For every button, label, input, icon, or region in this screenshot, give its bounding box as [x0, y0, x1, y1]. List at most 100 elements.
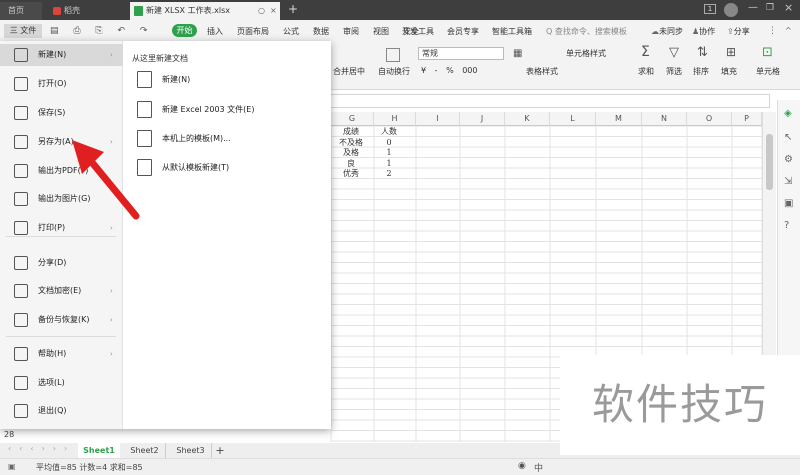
formula-bar[interactable]: [330, 94, 770, 108]
wrap-text-button[interactable]: 自动换行: [378, 66, 410, 77]
help-icon: [14, 347, 28, 361]
cell-count-header[interactable]: 人数: [366, 127, 412, 138]
chevron-right-icon: ›: [110, 287, 113, 295]
tab-member[interactable]: 会员专享: [447, 27, 479, 37]
cells-icon: ⊡: [762, 45, 773, 60]
share-top-button[interactable]: ⇪分享: [727, 27, 750, 37]
column-header-i[interactable]: I: [416, 112, 460, 126]
tab-insert[interactable]: 插入: [207, 27, 223, 37]
column-header-p[interactable]: P: [732, 112, 762, 126]
menu-item-label: 打开(O): [38, 79, 67, 88]
currency-format-buttons[interactable]: ¥ - % 000: [421, 66, 477, 75]
tab-review[interactable]: 审阅: [343, 27, 359, 37]
submenu-item[interactable]: 本机上的模板(M)...: [162, 133, 231, 144]
tab-x-icon[interactable]: ×: [270, 2, 277, 20]
menu-item-encrypt[interactable]: 文档加密(E) ›: [0, 280, 123, 302]
title-bar: 首页 稻壳 新建 XLSX 工作表.xlsx ○ × + 1 — ❐ ×: [0, 0, 800, 20]
sort-button[interactable]: 排序: [693, 66, 709, 77]
menu-item-exit[interactable]: 退出(Q): [0, 400, 123, 422]
quick-access-toolbar[interactable]: ▤ ⎙ ⎘ ↶ ↷ ▾: [50, 24, 165, 50]
table-style-button[interactable]: 表格样式: [526, 66, 558, 77]
new-tab-button[interactable]: +: [288, 2, 298, 16]
filter-button[interactable]: 筛选: [666, 66, 682, 77]
sidebar-cursor-icon[interactable]: ↖: [784, 132, 792, 143]
column-header-h[interactable]: H: [374, 112, 416, 126]
avatar[interactable]: [724, 3, 738, 17]
tab-view[interactable]: 视图: [373, 27, 389, 37]
maximize-icon[interactable]: ❐: [766, 3, 774, 13]
column-header-k[interactable]: K: [505, 112, 550, 126]
cell-grade[interactable]: 及格: [336, 148, 366, 159]
submenu-item[interactable]: 从默认模板新建(T): [162, 162, 229, 173]
chevron-right-icon: ›: [110, 316, 113, 324]
scrollbar-thumb[interactable]: [766, 134, 773, 190]
tab-formula[interactable]: 公式: [283, 27, 299, 37]
submenu-item[interactable]: 新建(N): [162, 74, 190, 85]
lang-icon[interactable]: 中: [534, 461, 543, 474]
cells-button[interactable]: 单元格: [756, 66, 780, 77]
menu-item-save[interactable]: 保存(S): [0, 102, 123, 124]
menu-item-new-file[interactable]: 新建(N) ›: [0, 44, 123, 66]
tab-close-icon[interactable]: ○: [258, 2, 265, 20]
menu-item-share[interactable]: 分享(D): [0, 252, 123, 274]
sum-button[interactable]: 求和: [638, 66, 654, 77]
tab-docer[interactable]: 稻壳: [48, 2, 126, 20]
cell-count[interactable]: 0: [366, 138, 412, 149]
more-icon[interactable]: ⋮: [768, 26, 777, 36]
column-header-m[interactable]: M: [596, 112, 642, 126]
chevron-right-icon: ›: [110, 350, 113, 358]
minimize-icon[interactable]: —: [748, 2, 758, 13]
tab-workbook[interactable]: 新建 XLSX 工作表.xlsx ○ ×: [130, 2, 280, 20]
sidebar-export-icon[interactable]: ⇲: [784, 176, 792, 187]
add-sheet-button[interactable]: +: [213, 443, 227, 458]
tab-smart-tools[interactable]: 智能工具箱: [492, 27, 532, 37]
tab-start[interactable]: 开始: [172, 24, 197, 37]
menu-item-options[interactable]: 选项(L): [0, 372, 123, 394]
sheet-nav-arrows[interactable]: ‹‹‹›››: [8, 444, 75, 453]
unsync-button[interactable]: ☁未同步: [651, 27, 683, 37]
sidebar-help-icon[interactable]: ?: [784, 220, 789, 231]
column-header-l[interactable]: L: [550, 112, 596, 126]
eye-icon[interactable]: ◉: [518, 461, 526, 471]
sidebar-pin-icon[interactable]: ◈: [784, 108, 792, 119]
sheet-tab-2[interactable]: Sheet2: [124, 443, 166, 458]
cell-grade[interactable]: 优秀: [336, 169, 366, 180]
submenu-item[interactable]: 新建 Excel 2003 文件(E): [162, 104, 254, 115]
cell-grade-header[interactable]: 成绩: [336, 127, 366, 138]
menu-item-label: 分享(D): [38, 258, 67, 267]
merge-center-button[interactable]: 合并居中: [333, 66, 365, 77]
print-icon: [14, 221, 28, 235]
cell-grade[interactable]: 不及格: [336, 138, 366, 149]
tab-developer[interactable]: 开发工具: [402, 27, 434, 37]
tab-data[interactable]: 数据: [313, 27, 329, 37]
sidebar-template-icon[interactable]: ▣: [784, 198, 793, 209]
collapse-ribbon-icon[interactable]: ^: [785, 26, 792, 35]
column-header-g[interactable]: G: [331, 112, 374, 126]
column-header-n[interactable]: N: [642, 112, 687, 126]
cell-count[interactable]: 1: [366, 159, 412, 170]
search-box[interactable]: Q 查找命令、搜索模板: [546, 27, 627, 37]
menu-item-backup[interactable]: 备份与恢复(K) ›: [0, 309, 123, 331]
table-row: 不及格 0: [336, 138, 412, 149]
sheet-tab-3[interactable]: Sheet3: [170, 443, 212, 458]
menu-item-help[interactable]: 帮助(H) ›: [0, 343, 123, 365]
tab-home[interactable]: 首页: [0, 2, 42, 20]
file-menu-button[interactable]: 三 文件: [4, 24, 42, 38]
fill-button[interactable]: 填充: [721, 66, 737, 77]
conditional-format-icon[interactable]: ▦: [513, 48, 522, 59]
window-badge[interactable]: 1: [704, 4, 716, 14]
save-icon: [14, 106, 28, 120]
sheet-tab-1[interactable]: Sheet1: [78, 443, 120, 458]
column-header-j[interactable]: J: [460, 112, 505, 126]
sidebar-settings-icon[interactable]: ⚙: [784, 154, 793, 165]
tab-page-layout[interactable]: 页面布局: [237, 27, 269, 37]
menu-item-folder-open[interactable]: 打开(O): [0, 73, 123, 95]
number-format-select[interactable]: 常规: [418, 47, 504, 60]
collab-button[interactable]: ♟协作: [692, 27, 715, 37]
close-icon[interactable]: ×: [784, 1, 793, 14]
cell-style-button[interactable]: 单元格样式: [566, 48, 606, 59]
column-header-o[interactable]: O: [687, 112, 732, 126]
cell-grade[interactable]: 良: [336, 159, 366, 170]
cell-count[interactable]: 1: [366, 148, 412, 159]
cell-count[interactable]: 2: [366, 169, 412, 180]
